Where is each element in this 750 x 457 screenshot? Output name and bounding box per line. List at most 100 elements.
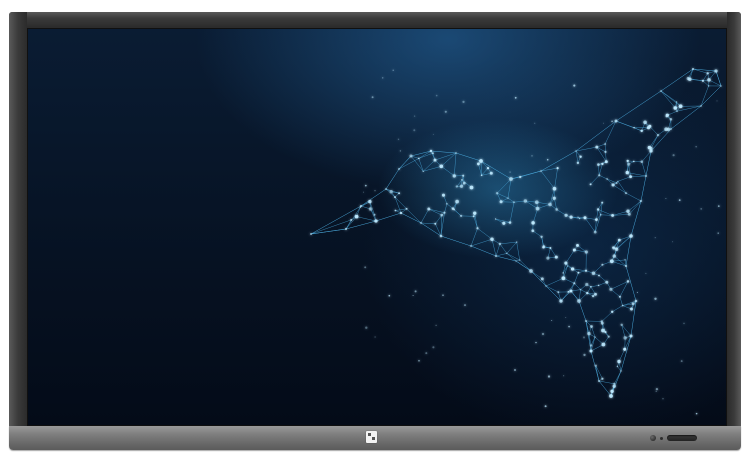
usb-port-icon[interactable]	[667, 435, 697, 441]
mesh-node	[601, 342, 606, 347]
mesh-node	[472, 215, 475, 218]
mesh-node	[612, 246, 615, 249]
mesh-node	[601, 328, 605, 333]
mesh-node	[529, 269, 533, 273]
mesh-node	[519, 175, 522, 179]
mesh-node	[451, 207, 455, 210]
particle	[665, 198, 667, 200]
particle	[514, 96, 517, 99]
bezel-right	[727, 12, 741, 426]
power-button-icon[interactable]	[650, 435, 656, 441]
particle	[568, 325, 570, 328]
mesh-node	[707, 85, 710, 87]
mesh-node	[555, 208, 559, 211]
particle	[717, 232, 719, 234]
particle	[413, 115, 416, 117]
mesh-node	[455, 185, 458, 188]
mesh-node	[656, 133, 660, 137]
mesh-node	[629, 175, 632, 179]
mesh-node	[665, 115, 668, 118]
mesh-node	[577, 271, 580, 274]
particle	[583, 353, 586, 357]
mesh-node	[446, 202, 448, 205]
mesh-node	[592, 295, 595, 298]
mesh-line	[617, 181, 627, 194]
mesh-node	[714, 69, 718, 73]
particle	[603, 122, 604, 124]
mesh-outline	[615, 90, 662, 122]
mesh-node	[614, 119, 618, 123]
mesh-node	[462, 174, 465, 177]
mesh-node	[585, 282, 589, 287]
mesh-line	[545, 285, 559, 293]
mesh-node	[420, 222, 422, 224]
mesh-node	[499, 200, 503, 204]
mesh-line	[641, 161, 647, 177]
mesh-node	[593, 230, 597, 234]
mesh-outline	[570, 290, 580, 302]
mesh-node	[617, 359, 621, 364]
mesh-node	[617, 238, 621, 242]
mesh-outline	[515, 260, 532, 272]
mesh-node	[573, 282, 576, 285]
mesh-node	[575, 150, 577, 152]
mesh-node	[647, 145, 652, 150]
particle	[435, 324, 437, 327]
mesh-node	[601, 162, 604, 166]
particle	[397, 138, 400, 141]
particle	[432, 133, 434, 135]
mesh-node	[578, 217, 581, 220]
mesh-node	[495, 255, 497, 257]
particle	[695, 146, 697, 148]
mesh-line	[619, 296, 623, 306]
mesh-node	[473, 211, 477, 215]
mesh-line	[519, 259, 532, 272]
mesh-node	[601, 201, 604, 204]
particle	[563, 375, 565, 377]
mesh-node	[502, 221, 506, 225]
mesh-node	[633, 126, 635, 129]
mesh-node	[646, 126, 651, 130]
mesh-node	[577, 299, 581, 303]
particle	[371, 96, 374, 99]
particle	[412, 294, 414, 297]
particle	[531, 155, 533, 157]
display-screen[interactable]	[27, 28, 727, 426]
particle	[695, 412, 698, 415]
mesh-line	[618, 349, 625, 362]
mesh-outline	[530, 270, 547, 287]
mesh-node	[460, 214, 463, 217]
particle	[645, 272, 647, 274]
particle	[425, 352, 428, 355]
mesh-node	[452, 174, 456, 178]
mesh-node	[691, 67, 695, 71]
particle	[541, 332, 545, 336]
mesh-node	[431, 152, 434, 155]
mesh-node	[612, 384, 616, 388]
mesh-line	[598, 275, 607, 283]
mesh-node	[627, 162, 631, 166]
mesh-node	[591, 271, 596, 276]
mesh-node	[601, 377, 604, 380]
mesh-node	[418, 157, 420, 160]
mesh-node	[559, 299, 563, 303]
mesh-node	[569, 215, 573, 219]
mesh-node	[486, 166, 490, 170]
mesh-outline	[625, 235, 632, 267]
mesh-node	[509, 177, 513, 181]
mesh-node	[368, 199, 372, 204]
mesh-node	[620, 370, 622, 372]
mesh-node	[634, 299, 638, 303]
mesh-node	[470, 245, 472, 247]
mesh-node	[615, 247, 618, 250]
mesh-node	[604, 150, 607, 153]
mesh-line	[619, 235, 632, 241]
mesh-node	[556, 167, 559, 170]
mesh-outline	[630, 200, 642, 237]
mesh-node	[523, 199, 528, 203]
particle	[565, 316, 567, 319]
mesh-node	[611, 310, 614, 313]
mesh-node	[310, 233, 312, 235]
particle	[364, 266, 367, 269]
particle	[678, 199, 681, 201]
